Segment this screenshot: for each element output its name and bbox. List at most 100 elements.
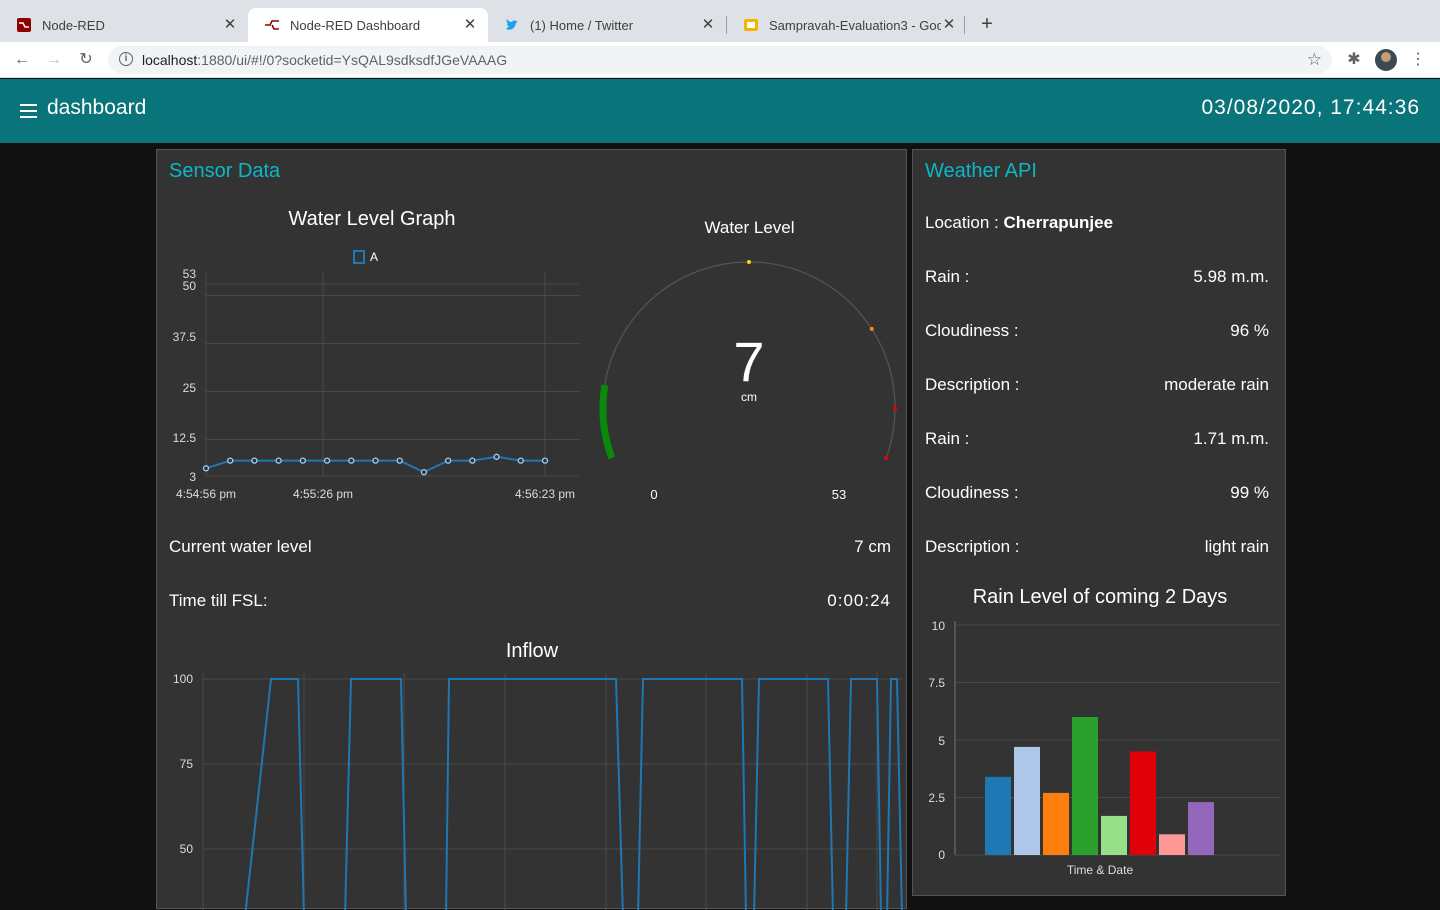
water-level-graph: A 53 50 37.5 25 12.5 3 4:54:56 pm 4:55:2… <box>173 250 579 501</box>
y-tick-label: 25 <box>183 381 197 395</box>
data-point <box>396 457 403 464</box>
current-water-level-label: Current water level <box>169 537 312 556</box>
rain-bar <box>1159 834 1185 855</box>
y-tick-label: 10 <box>932 619 946 633</box>
data-point <box>299 457 307 464</box>
twitter-icon <box>504 17 520 33</box>
rain-bar <box>1014 746 1040 855</box>
gauge-sector-marker <box>884 455 889 460</box>
dashboard-title: dashboard <box>47 96 147 119</box>
data-point <box>227 457 234 464</box>
y-tick-label: 100 <box>173 672 193 686</box>
tab-title: Node-RED Dashboard <box>290 17 421 33</box>
gauge-value: 7 <box>733 330 764 393</box>
weather-row-value: 99 % <box>1230 483 1269 502</box>
reload-icon[interactable]: ↻ <box>76 50 96 70</box>
gauge-sector-marker <box>869 326 874 331</box>
legend-swatch <box>353 250 365 264</box>
gauge-max: 53 <box>832 487 846 502</box>
y-tick-label: 50 <box>180 842 194 856</box>
bookmark-star-icon[interactable]: ☆ <box>1307 50 1322 70</box>
gauge-units: cm <box>741 390 757 404</box>
tab-title: (1) Home / Twitter <box>530 17 634 33</box>
back-icon[interactable]: ← <box>12 50 32 70</box>
y-tick-label: 7.5 <box>928 676 945 690</box>
water-level-graph-title: Water Level Graph <box>288 208 456 230</box>
gauge-title: Water Level <box>704 218 795 237</box>
weather-row-label: Rain : <box>925 429 970 448</box>
inflow-chart-title: Inflow <box>505 640 559 662</box>
extensions-icon[interactable]: ✱ <box>1344 50 1364 70</box>
y-tick-label: 3 <box>189 470 196 484</box>
browser-toolbar: ← → ↻ i localhost:1880/ui/#!/0?socketid=… <box>0 42 1440 78</box>
x-tick-label: 4:55:26 pm <box>293 487 353 501</box>
gauge-sector-marker <box>892 406 897 411</box>
weather-row-value: moderate rain <box>1164 375 1269 394</box>
tab-node-red-dashboard[interactable]: Node-RED Dashboard ✕ <box>248 8 488 42</box>
dashboard-header: dashboard 03/08/2020, 17:44:36 <box>0 79 1440 143</box>
weather-row-label: Cloudiness : <box>925 321 1019 340</box>
x-tick-label: 4:54:56 pm <box>176 487 236 501</box>
slides-icon <box>743 17 759 33</box>
location-value: Cherrapunjee <box>1003 213 1114 232</box>
tab-twitter[interactable]: (1) Home / Twitter ✕ <box>488 8 726 42</box>
info-icon[interactable]: i <box>119 52 133 66</box>
close-icon[interactable]: ✕ <box>222 17 238 33</box>
location-label: Location : Cherrapunjee <box>925 213 1114 232</box>
data-point <box>275 457 282 464</box>
water-level-gauge: 7 cm 0 53 <box>599 260 897 502</box>
y-tick-label: 75 <box>180 757 194 771</box>
weather-api-group: Weather API Location : Cherrapunjee Rain… <box>912 149 1286 896</box>
close-icon[interactable]: ✕ <box>700 17 716 33</box>
weather-row-value: 1.71 m.m. <box>1193 429 1269 448</box>
tab-google-slides[interactable]: Sampravah-Evaluation3 - Goog ✕ <box>727 8 967 42</box>
node-red-icon <box>16 17 32 33</box>
gauge-min: 0 <box>650 487 657 502</box>
y-tick-label: 37.5 <box>173 330 197 344</box>
menu-kebab-icon[interactable]: ⋮ <box>1408 50 1428 70</box>
gauge-fill <box>599 384 616 460</box>
inflow-line <box>244 678 903 910</box>
tab-node-red[interactable]: Node-RED ✕ <box>0 8 248 42</box>
y-tick-label: 0 <box>938 848 945 862</box>
tab-separator <box>964 16 965 34</box>
tab-separator <box>726 16 727 34</box>
data-point <box>420 469 428 476</box>
weather-row-label: Cloudiness : <box>925 483 1019 502</box>
rain-bar <box>985 776 1011 855</box>
browser-tabstrip: Node-RED ✕ Node-RED Dashboard ✕ (1) Home… <box>0 0 1440 42</box>
new-tab-button[interactable]: + <box>976 13 998 35</box>
close-icon[interactable]: ✕ <box>462 17 478 33</box>
weather-row-value: 96 % <box>1230 321 1269 340</box>
y-tick-label: 2.5 <box>928 791 945 805</box>
data-point <box>444 457 452 464</box>
rain-bar <box>1101 815 1127 855</box>
rain-bar <box>1188 802 1214 855</box>
weather-row-label: Description : <box>925 537 1020 556</box>
hamburger-menu-icon[interactable] <box>20 104 37 118</box>
x-axis-label: Time & Date <box>1067 863 1134 877</box>
address-bar[interactable]: i localhost:1880/ui/#!/0?socketid=YsQAL9… <box>108 46 1332 74</box>
data-point <box>202 465 210 472</box>
sensor-data-group: Sensor Data Water Level Graph A 53 50 37… <box>156 149 907 910</box>
data-point <box>323 457 331 464</box>
gauge-sector-marker <box>747 260 751 264</box>
close-icon[interactable]: ✕ <box>941 17 957 33</box>
weather-row-value: 5.98 m.m. <box>1193 267 1269 286</box>
forward-icon[interactable]: → <box>44 50 64 70</box>
data-point <box>251 457 258 464</box>
rain-bar <box>1072 717 1098 855</box>
data-point <box>469 457 476 464</box>
data-point <box>493 453 500 460</box>
y-tick-label: 5 <box>938 734 945 748</box>
url-text: localhost:1880/ui/#!/0?socketid=YsQAL9sd… <box>142 52 508 68</box>
dashboard-datetime: 03/08/2020, 17:44:36 <box>1201 96 1420 119</box>
tab-title: Sampravah-Evaluation3 - Goog <box>769 17 941 33</box>
data-point <box>541 457 549 464</box>
time-till-fsl-value: 0:00:24 <box>827 591 891 610</box>
time-till-fsl-label: Time till FSL: <box>169 591 268 610</box>
rain-chart-title: Rain Level of coming 2 Days <box>972 586 1228 608</box>
tab-title: Node-RED <box>42 17 105 33</box>
profile-avatar[interactable] <box>1375 49 1397 71</box>
rain-level-chart: 10 7.5 5 2.5 0 Time & Date <box>928 619 1280 877</box>
